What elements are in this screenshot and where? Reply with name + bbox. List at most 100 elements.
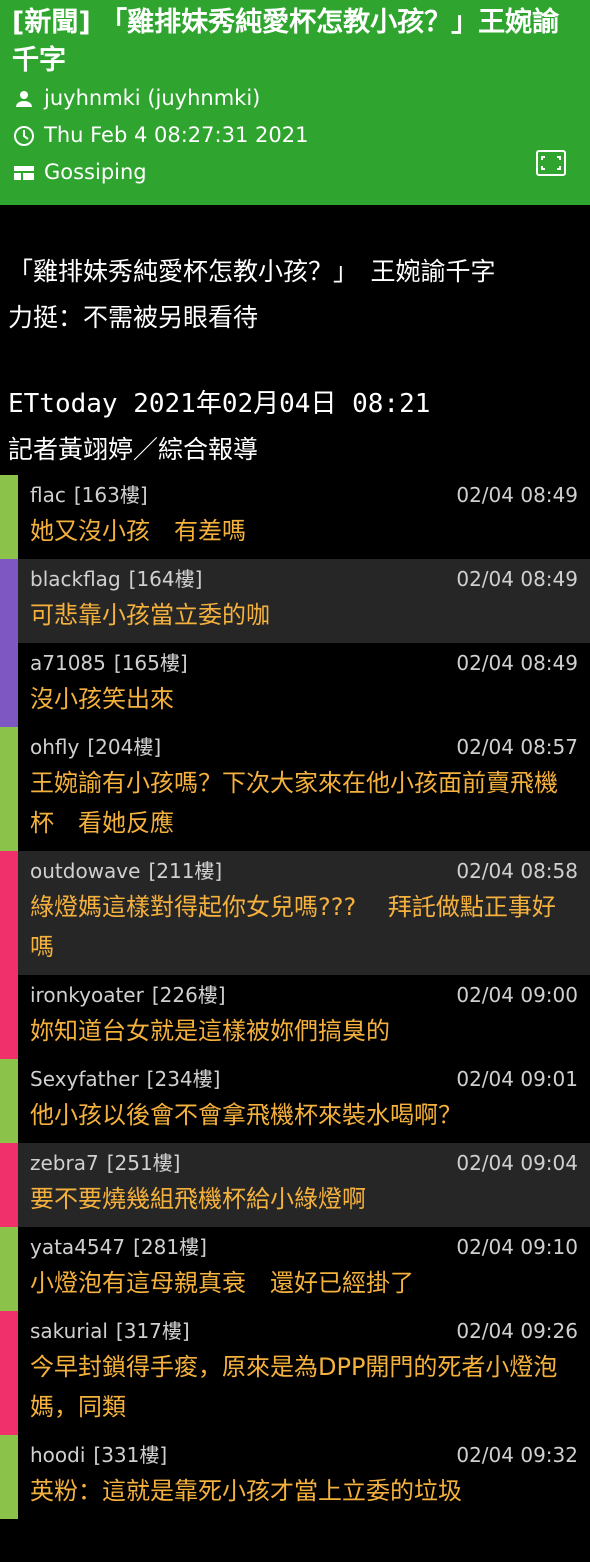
comment-floor: [164樓] [128,567,203,591]
person-icon [12,87,36,111]
comment-text: 英粉：這就是靠死小孩才當上立委的垃圾 [30,1477,462,1505]
comment-user-floor: outdowave [211樓] [30,857,222,885]
comment-user[interactable]: sakurial [30,1319,108,1343]
comment-floor: [211樓] [148,859,223,883]
comment-item[interactable]: ohfly [204樓] 02/04 08:57 王婉諭有小孩嗎？下次大家來在他小孩面… [0,727,590,851]
comment-text: 王婉諭有小孩嗎？下次大家來在他小孩面前賣飛機杯 看她反應 [30,769,558,837]
comment-user[interactable]: zebra7 [30,1151,99,1175]
comment-meta: flac [163樓] 02/04 08:49 [30,481,578,509]
comment-body: zebra7 [251樓] 02/04 09:04 要不要燒幾組飛機杯給小綠燈啊 [18,1143,590,1227]
comment-body: hoodi [331樓] 02/04 09:32 英粉：這就是靠死小孩才當上立委的垃圾 [18,1435,590,1519]
post-author[interactable]: juyhnmki (juyhnmki) [44,80,260,117]
comment-color-bar [0,475,18,559]
comment-meta: outdowave [211樓] 02/04 08:58 [30,857,578,885]
comment-meta: sakurial [317樓] 02/04 09:26 [30,1317,578,1345]
comment-meta: Sexyfather [234樓] 02/04 09:01 [30,1065,578,1093]
comment-user[interactable]: a71085 [30,651,106,675]
comment-user[interactable]: hoodi [30,1443,85,1467]
article-body: 「雞排妹秀純愛杯怎教小孩？」 王婉諭千字 力挺：不需被另眼看待 ETtoday … [0,205,590,475]
comment-user[interactable]: Sexyfather [30,1067,139,1091]
comment-meta: yata4547 [281樓] 02/04 09:10 [30,1233,578,1261]
comment-list: flac [163樓] 02/04 08:49 她又沒小孩 有差嗎 blackflag [… [0,475,590,1519]
comment-body: ironkyoater [226樓] 02/04 09:00 妳知道台女就是這樣被妳們… [18,975,590,1059]
comment-user[interactable]: outdowave [30,859,140,883]
comment-body: Sexyfather [234樓] 02/04 09:01 他小孩以後會不會拿飛機杯來… [18,1059,590,1143]
comment-time: 02/04 08:49 [456,483,578,507]
comment-time: 02/04 09:26 [456,1319,578,1343]
comment-floor: [331樓] [93,1443,168,1467]
article-line-2: 力挺：不需被另眼看待 [8,303,259,332]
comment-meta: hoodi [331樓] 02/04 09:32 [30,1441,578,1469]
comment-user-floor: flac [163樓] [30,481,148,509]
comment-user-floor: sakurial [317樓] [30,1317,190,1345]
comment-time: 02/04 08:49 [456,567,578,591]
comment-time: 02/04 09:04 [456,1151,578,1175]
comment-user[interactable]: yata4547 [30,1235,125,1259]
comment-user[interactable]: flac [30,483,66,507]
comment-color-bar [0,975,18,1059]
comment-user[interactable]: blackflag [30,567,121,591]
comment-floor: [165樓] [113,651,188,675]
comment-text: 綠燈媽這樣對得起你女兒嗎??? 拜託做點正事好嗎 [30,893,556,961]
comment-color-bar [0,1435,18,1519]
comment-color-bar [0,559,18,643]
comment-item[interactable]: ironkyoater [226樓] 02/04 09:00 妳知道台女就是這樣被妳們… [0,975,590,1059]
comment-time: 02/04 09:32 [456,1443,578,1467]
article-line-1: 「雞排妹秀純愛杯怎教小孩？」 王婉諭千字 [8,257,496,286]
comment-floor: [204樓] [87,735,162,759]
comment-body: a71085 [165樓] 02/04 08:49 沒小孩笑出來 [18,643,590,727]
comment-text: 要不要燒幾組飛機杯給小綠燈啊 [30,1185,366,1213]
comment-meta: ohfly [204樓] 02/04 08:57 [30,733,578,761]
comment-user-floor: Sexyfather [234樓] [30,1065,220,1093]
comment-text: 沒小孩笑出來 [30,685,174,713]
article-reporter: 記者黃翊婷／綜合報導 [8,435,259,464]
comment-item[interactable]: a71085 [165樓] 02/04 08:49 沒小孩笑出來 [0,643,590,727]
comment-floor: [226樓] [151,983,226,1007]
comment-user-floor: ohfly [204樓] [30,733,161,761]
comment-time: 02/04 08:49 [456,651,578,675]
comment-user-floor: ironkyoater [226樓] [30,981,226,1009]
comment-time: 02/04 08:58 [456,859,578,883]
comment-floor: [317樓] [115,1319,190,1343]
article-source: ETtoday 2021年02月04日 08:21 [8,389,431,419]
author-row: juyhnmki (juyhnmki) [12,80,578,117]
comment-user-floor: zebra7 [251樓] [30,1149,180,1177]
comment-text: 今早封鎖得手痠，原來是為DPP開門的死者小燈泡媽，同類 [30,1353,558,1421]
comment-text: 她又沒小孩 有差嗎 [30,517,246,545]
comment-item[interactable]: blackflag [164樓] 02/04 08:49 可悲靠小孩當立委的咖 [0,559,590,643]
comment-time: 02/04 09:00 [456,983,578,1007]
comment-body: ohfly [204樓] 02/04 08:57 王婉諭有小孩嗎？下次大家來在他小孩面… [18,727,590,851]
comment-item[interactable]: zebra7 [251樓] 02/04 09:04 要不要燒幾組飛機杯給小綠燈啊 [0,1143,590,1227]
comment-text: 妳知道台女就是這樣被妳們搞臭的 [30,1017,390,1045]
comment-color-bar [0,1227,18,1311]
comment-body: blackflag [164樓] 02/04 08:49 可悲靠小孩當立委的咖 [18,559,590,643]
post-header: [新聞] 「雞排妹秀純愛杯怎教小孩？」王婉諭千字 juyhnmki (juyhn… [0,0,590,205]
comment-color-bar [0,851,18,975]
comment-body: flac [163樓] 02/04 08:49 她又沒小孩 有差嗎 [18,475,590,559]
comment-item[interactable]: outdowave [211樓] 02/04 08:58 綠燈媽這樣對得起你女兒嗎??… [0,851,590,975]
comment-floor: [234樓] [146,1067,221,1091]
comment-color-bar [0,643,18,727]
fullscreen-button[interactable] [536,150,566,176]
comment-meta: ironkyoater [226樓] 02/04 09:00 [30,981,578,1009]
comment-floor: [281樓] [133,1235,207,1259]
comment-user-floor: a71085 [165樓] [30,649,188,677]
expand-icon [541,156,561,170]
comment-meta: a71085 [165樓] 02/04 08:49 [30,649,578,677]
comment-item[interactable]: yata4547 [281樓] 02/04 09:10 小燈泡有這母親真衰 還好已經掛… [0,1227,590,1311]
comment-item[interactable]: Sexyfather [234樓] 02/04 09:01 他小孩以後會不會拿飛機杯來… [0,1059,590,1143]
comment-item[interactable]: flac [163樓] 02/04 08:49 她又沒小孩 有差嗎 [0,475,590,559]
comment-user-floor: blackflag [164樓] [30,565,202,593]
comment-user[interactable]: ironkyoater [30,983,144,1007]
comment-floor: [251樓] [106,1151,181,1175]
clock-icon [12,124,36,148]
post-board[interactable]: Gossiping [44,154,147,191]
comment-item[interactable]: sakurial [317樓] 02/04 09:26 今早封鎖得手痠，原來是為DPP… [0,1311,590,1435]
comment-item[interactable]: hoodi [331樓] 02/04 09:32 英粉：這就是靠死小孩才當上立委的垃圾 [0,1435,590,1519]
comment-color-bar [0,1143,18,1227]
post-title: [新聞] 「雞排妹秀純愛杯怎教小孩？」王婉諭千字 [12,7,560,76]
post-date: Thu Feb 4 08:27:31 2021 [44,123,309,147]
comment-user[interactable]: ohfly [30,735,79,759]
comment-body: yata4547 [281樓] 02/04 09:10 小燈泡有這母親真衰 還好已經掛… [18,1227,590,1311]
comment-body: sakurial [317樓] 02/04 09:26 今早封鎖得手痠，原來是為DPP… [18,1311,590,1435]
